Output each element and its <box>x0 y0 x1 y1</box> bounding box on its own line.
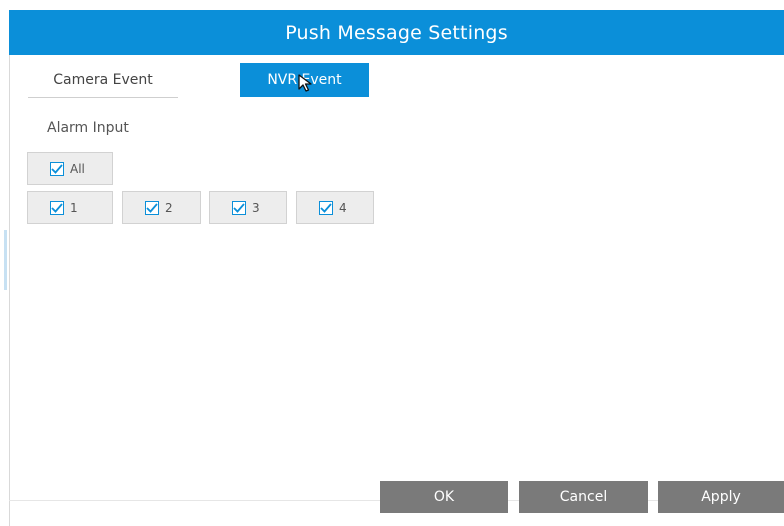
checkbox-label: 2 <box>165 200 173 215</box>
checkbox-label: 1 <box>70 200 78 215</box>
dialog-left-edge <box>0 10 10 526</box>
cancel-button[interactable]: Cancel <box>519 481 648 513</box>
checkbox-all-label: All <box>70 161 85 176</box>
tab-camera-event[interactable]: Camera Event <box>28 63 178 98</box>
checkmark-icon <box>319 200 333 215</box>
checkbox-alarm-input-4[interactable]: 4 <box>296 191 374 224</box>
checkbox-alarm-input-2[interactable]: 2 <box>122 191 201 224</box>
checkmark-icon <box>232 200 246 215</box>
checkmark-icon <box>50 200 64 215</box>
checkbox-all[interactable]: All <box>27 152 113 185</box>
ok-button[interactable]: OK <box>380 481 508 513</box>
checkbox-label: 3 <box>252 200 260 215</box>
checkbox-alarm-input-1[interactable]: 1 <box>27 191 113 224</box>
dialog-title: Push Message Settings <box>285 21 508 44</box>
checkmark-icon <box>50 161 64 176</box>
push-message-settings-dialog: Push Message Settings Camera Event NVR E… <box>0 0 784 526</box>
apply-button[interactable]: Apply <box>658 481 784 513</box>
checkbox-label: 4 <box>339 200 347 215</box>
checkmark-icon <box>145 200 159 215</box>
alarm-input-label: Alarm Input <box>47 120 129 136</box>
mouse-cursor-icon <box>298 74 312 92</box>
checkbox-alarm-input-3[interactable]: 3 <box>209 191 287 224</box>
dialog-titlebar: Push Message Settings <box>9 10 784 55</box>
